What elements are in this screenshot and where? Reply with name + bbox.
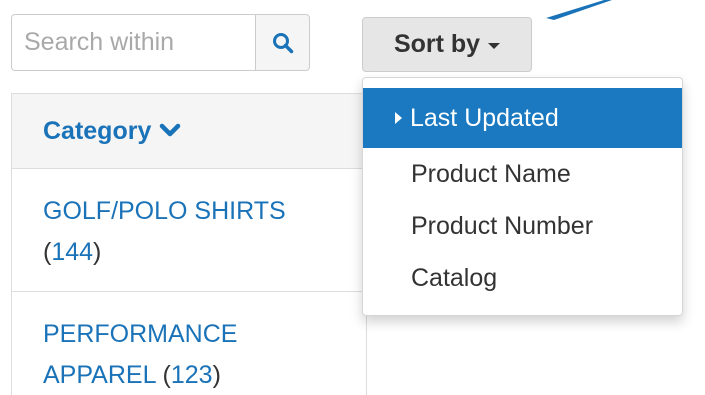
caret-down-icon [488, 42, 501, 49]
caret-right-icon [395, 112, 402, 124]
search-input[interactable] [11, 14, 255, 71]
sort-by-button[interactable]: Sort by [362, 17, 532, 72]
category-item-name-line2: APPAREL [43, 361, 156, 389]
sort-option-label: Last Updated [410, 103, 559, 132]
sort-option-label: Catalog [411, 263, 498, 292]
sort-by-label: Sort by [393, 30, 481, 58]
sort-option-product-number[interactable]: Product Number [363, 200, 682, 252]
chevron-down-icon [160, 123, 181, 137]
sort-option-last-updated[interactable]: Last Updated [363, 88, 682, 148]
sort-option-label: Product Name [411, 159, 571, 188]
sort-option-label: Product Number [411, 211, 594, 240]
sort-option-catalog[interactable]: Catalog [363, 252, 682, 304]
arrow-annotation-icon [546, 0, 612, 20]
category-panel: Category GOLF/POLO SHIRTS (144) PERFORMA… [11, 93, 367, 395]
category-header[interactable]: Category [12, 94, 366, 169]
category-item[interactable]: GOLF/POLO SHIRTS (144) [12, 169, 366, 292]
sort-dropdown-menu: Last Updated Product Name Product Number… [362, 77, 683, 316]
category-item-name: GOLF/POLO SHIRTS [43, 197, 286, 225]
page: Sort by Category GOLF/POLO SHIRTS (144) … [0, 0, 705, 395]
category-header-label: Category [43, 116, 152, 145]
sort-option-product-name[interactable]: Product Name [363, 148, 682, 200]
search-group [11, 14, 310, 71]
category-item-name-line1: PERFORMANCE [43, 320, 238, 348]
search-button[interactable] [255, 14, 310, 71]
category-item-count: (123) [162, 361, 221, 389]
category-item[interactable]: PERFORMANCE APPAREL (123) [12, 292, 366, 395]
search-icon [272, 32, 293, 53]
category-item-count: (144) [43, 238, 102, 266]
